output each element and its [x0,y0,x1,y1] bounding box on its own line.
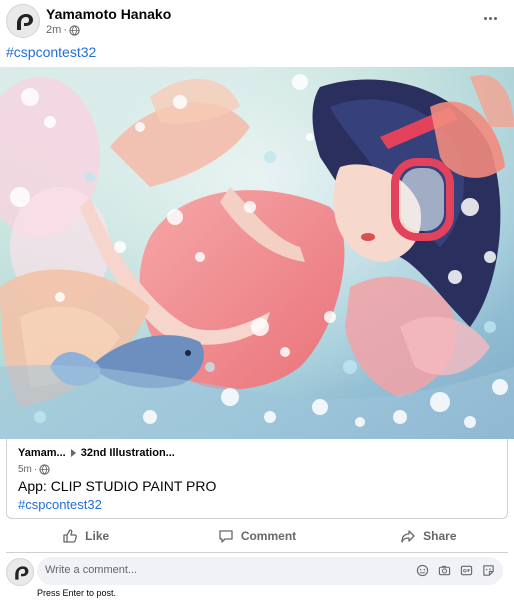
comment-composer[interactable] [37,557,503,585]
author-name[interactable]: Yamamoto Hanako [46,6,171,22]
post-hashtag[interactable]: #cspcontest32 [6,44,96,60]
attachment-meta: 5m · [18,464,50,475]
post-image[interactable] [0,67,514,439]
attachment-time[interactable]: 5m [18,464,32,475]
attachment-card[interactable]: Yamam... 32nd Illustration... 5m · App: … [6,439,508,519]
sticker-icon[interactable] [481,563,495,577]
camera-icon[interactable] [437,563,451,577]
commenter-avatar[interactable] [6,558,34,586]
post-time[interactable]: 2m [46,24,61,36]
breadcrumb-title[interactable]: 32nd Illustration... [81,447,175,459]
more-options-icon[interactable] [478,8,502,28]
post-header: Yamamoto Hanako 2m · [0,0,514,40]
comment-label: Comment [240,528,297,543]
like-label: Like [85,528,110,543]
share-icon [401,529,415,543]
like-button[interactable]: Like [0,519,171,552]
underwater-illustration [0,67,514,439]
breadcrumb-user[interactable]: Yamam... [18,447,66,459]
share-button[interactable]: Share [343,519,514,552]
triangle-right-icon [70,449,76,457]
post-meta: 2m · [46,24,80,36]
attachment-hashtag[interactable]: #cspcontest32 [18,497,102,512]
emoji-icon[interactable] [415,563,429,577]
post-actions: Like Comment Share [0,519,514,552]
gif-icon[interactable] [459,563,473,577]
thumbs-up-icon [63,528,78,543]
comment-tools [415,563,495,577]
breadcrumb: Yamam... 32nd Illustration... [18,447,175,459]
comment-button[interactable]: Comment [171,519,342,552]
share-label: Share [423,528,457,543]
app-label: App: CLIP STUDIO PAINT PRO [18,478,217,494]
clip-studio-logo [15,566,29,580]
globe-icon [39,464,50,475]
globe-icon [69,24,80,36]
comment-icon [219,529,233,543]
comment-input[interactable] [45,564,405,576]
author-avatar[interactable] [6,4,40,38]
comment-hint: Press Enter to post. [37,588,117,598]
clip-studio-logo [17,14,33,30]
divider [6,552,508,553]
